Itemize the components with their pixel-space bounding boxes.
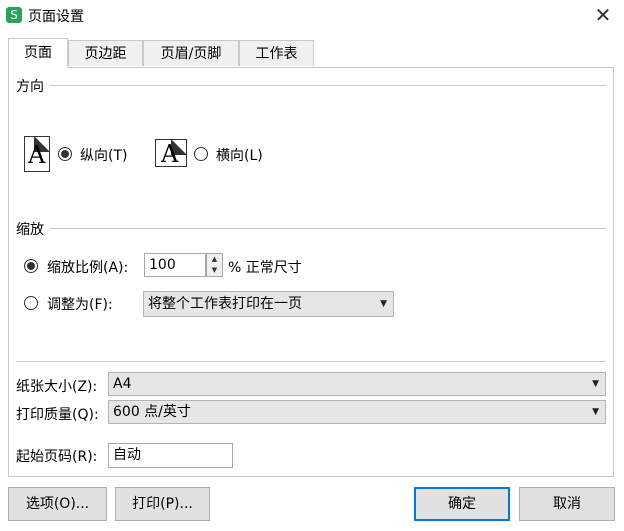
scaling-group-label: 缩放 bbox=[16, 222, 44, 238]
scale-stepper[interactable]: ▲ ▼ bbox=[206, 253, 223, 277]
chevron-down-icon: ▼ bbox=[592, 379, 599, 389]
scale-radio[interactable] bbox=[24, 259, 38, 273]
dialog-title: 页面设置 bbox=[28, 9, 84, 25]
fit-label[interactable]: 调整为(F): bbox=[47, 294, 113, 314]
portrait-glyph: A bbox=[28, 141, 46, 169]
print-quality-select[interactable]: 600 点/英寸 ▼ bbox=[108, 400, 606, 424]
landscape-label[interactable]: 横向(L) bbox=[216, 145, 263, 165]
app-logo-icon: S bbox=[6, 7, 22, 23]
print-quality-value: 600 点/英寸 bbox=[113, 404, 191, 420]
first-page-label: 起始页码(R): bbox=[16, 449, 98, 465]
first-page-input[interactable]: 自动 bbox=[108, 443, 233, 468]
print-quality-label: 打印质量(Q): bbox=[16, 407, 99, 423]
group-divider bbox=[50, 228, 606, 229]
tab-sheet[interactable]: 工作表 bbox=[239, 40, 314, 66]
fit-select[interactable]: 将整个工作表打印在一页 ▼ bbox=[143, 291, 394, 317]
spin-up-icon[interactable]: ▲ bbox=[207, 254, 222, 265]
portrait-label[interactable]: 纵向(T) bbox=[80, 145, 127, 165]
group-divider bbox=[50, 85, 606, 86]
ok-button[interactable]: 确定 bbox=[414, 487, 510, 521]
tab-header-footer[interactable]: 页眉/页脚 bbox=[143, 40, 239, 66]
orientation-group-label: 方向 bbox=[16, 79, 44, 95]
paper-size-label: 纸张大小(Z): bbox=[16, 379, 98, 395]
tab-margins[interactable]: 页边距 bbox=[68, 40, 143, 66]
options-button[interactable]: 选项(O)... bbox=[8, 487, 107, 521]
paper-size-value: A4 bbox=[113, 376, 132, 392]
paper-size-select[interactable]: A4 ▼ bbox=[108, 372, 606, 396]
spin-down-icon[interactable]: ▼ bbox=[207, 265, 222, 276]
tab-page[interactable]: 页面 bbox=[8, 38, 68, 68]
section-divider bbox=[16, 361, 606, 362]
close-icon[interactable]: ✕ bbox=[592, 4, 614, 26]
fit-select-value: 将整个工作表打印在一页 bbox=[148, 296, 302, 312]
landscape-glyph: A bbox=[161, 140, 179, 167]
landscape-radio[interactable] bbox=[194, 147, 208, 161]
landscape-page-icon: A bbox=[155, 139, 187, 167]
portrait-page-icon: A bbox=[24, 136, 50, 172]
scale-input[interactable]: 100 bbox=[144, 253, 206, 277]
chevron-down-icon: ▼ bbox=[592, 407, 599, 417]
portrait-radio[interactable] bbox=[58, 147, 72, 161]
scale-suffix: % 正常尺寸 bbox=[228, 260, 302, 276]
title-bar: S 页面设置 ✕ bbox=[0, 0, 624, 32]
print-button[interactable]: 打印(P)... bbox=[115, 487, 210, 521]
scale-label[interactable]: 缩放比例(A): bbox=[47, 257, 128, 277]
cancel-button[interactable]: 取消 bbox=[519, 487, 615, 521]
fit-radio[interactable] bbox=[24, 296, 38, 310]
chevron-down-icon: ▼ bbox=[380, 299, 387, 309]
